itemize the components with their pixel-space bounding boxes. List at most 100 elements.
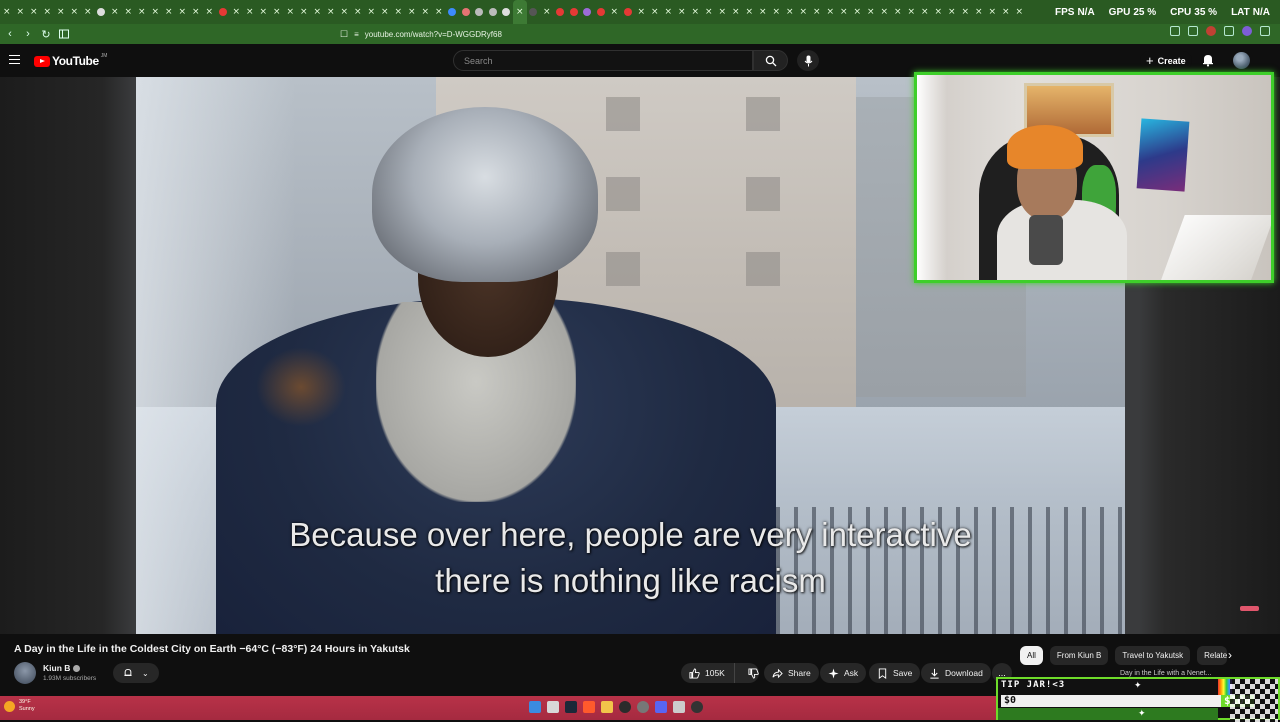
browser-tab-close-icon[interactable]: × <box>932 0 946 24</box>
browser-tab-close-icon[interactable]: × <box>324 0 338 24</box>
browser-tab-close-icon[interactable]: × <box>1013 0 1027 24</box>
download-button[interactable]: Download <box>921 663 991 683</box>
chip-related[interactable]: Relate <box>1197 646 1228 665</box>
browser-tab-close-icon[interactable]: × <box>203 0 217 24</box>
browser-tab-close-icon[interactable]: × <box>419 0 433 24</box>
browser-tab-close-icon[interactable]: × <box>122 0 136 24</box>
browser-tab-close-icon[interactable]: × <box>351 0 365 24</box>
browser-tab-close-icon[interactable]: × <box>743 0 757 24</box>
youtube-logo[interactable]: YouTube JM <box>34 53 107 68</box>
browser-tab[interactable] <box>527 0 541 24</box>
menu-hamburger-icon[interactable] <box>9 55 20 64</box>
browser-tab-close-icon[interactable]: × <box>189 0 203 24</box>
weather-widget[interactable]: 39°F Sunny <box>4 699 35 713</box>
browser-tab-active[interactable]: × <box>513 0 527 24</box>
app-icon[interactable] <box>691 701 703 713</box>
chips-next-icon[interactable]: › <box>1228 648 1232 662</box>
browser-tab-close-icon[interactable]: × <box>230 0 244 24</box>
browser-tab[interactable] <box>486 0 500 24</box>
chip-from-channel[interactable]: From Kiun B <box>1049 646 1109 665</box>
browser-tab-close-icon[interactable]: × <box>716 0 730 24</box>
browser-tab-close-icon[interactable]: × <box>824 0 838 24</box>
save-button[interactable]: Save <box>869 663 921 683</box>
browser-tab-close-icon[interactable]: × <box>891 0 905 24</box>
browser-tab-close-icon[interactable]: × <box>702 0 716 24</box>
browser-tab-close-icon[interactable]: × <box>918 0 932 24</box>
chip-all[interactable]: All <box>1020 646 1043 665</box>
browser-tab-close-icon[interactable]: × <box>878 0 892 24</box>
search-input[interactable] <box>454 51 752 71</box>
ask-button[interactable]: Ask <box>820 663 867 683</box>
browser-tab-close-icon[interactable]: × <box>905 0 919 24</box>
browser-tab-close-icon[interactable]: × <box>27 0 41 24</box>
browser-tab[interactable] <box>459 0 473 24</box>
browser-tab-close-icon[interactable]: × <box>608 0 622 24</box>
browser-tab-close-icon[interactable]: × <box>405 0 419 24</box>
browser-tab-close-icon[interactable]: × <box>0 0 14 24</box>
voice-search-button[interactable] <box>797 50 819 71</box>
browser-tab[interactable] <box>594 0 608 24</box>
browser-tab-close-icon[interactable]: × <box>959 0 973 24</box>
channel-name[interactable]: Kiun B <box>43 663 81 673</box>
extension-icon[interactable] <box>1170 26 1180 36</box>
browser-tab-close-icon[interactable]: × <box>41 0 55 24</box>
browser-tab-close-icon[interactable]: × <box>162 0 176 24</box>
browser-tab-close-icon[interactable]: × <box>54 0 68 24</box>
browser-tab-close-icon[interactable]: × <box>945 0 959 24</box>
browser-tab-close-icon[interactable]: × <box>81 0 95 24</box>
browser-tab-close-icon[interactable]: × <box>149 0 163 24</box>
settings-icon[interactable] <box>637 701 649 713</box>
browser-tab[interactable] <box>473 0 487 24</box>
start-icon[interactable] <box>529 701 541 713</box>
search-button[interactable] <box>753 50 788 71</box>
steam-icon[interactable] <box>565 701 577 713</box>
browser-tab-close-icon[interactable]: × <box>635 0 649 24</box>
browser-tab-close-icon[interactable]: × <box>999 0 1013 24</box>
browser-tab-close-icon[interactable]: × <box>284 0 298 24</box>
channel-avatar[interactable] <box>14 662 36 684</box>
browser-tab-close-icon[interactable]: × <box>648 0 662 24</box>
browser-tab-close-icon[interactable]: × <box>311 0 325 24</box>
notepad-icon[interactable] <box>673 701 685 713</box>
browser-tab-close-icon[interactable]: × <box>176 0 190 24</box>
browser-tab-close-icon[interactable]: × <box>662 0 676 24</box>
browser-tab[interactable] <box>581 0 595 24</box>
browser-tab-close-icon[interactable]: × <box>270 0 284 24</box>
browser-tab-close-icon[interactable]: × <box>135 0 149 24</box>
browser-tab[interactable] <box>621 0 635 24</box>
notifications-bell-icon[interactable] <box>1201 53 1215 67</box>
browser-tab-close-icon[interactable]: × <box>14 0 28 24</box>
browser-tab-close-icon[interactable]: × <box>392 0 406 24</box>
brave-icon[interactable] <box>583 701 595 713</box>
like-button[interactable]: 105K <box>681 663 735 683</box>
browser-tab-close-icon[interactable]: × <box>810 0 824 24</box>
browser-tab-close-icon[interactable]: × <box>770 0 784 24</box>
url-field[interactable]: ☐ ≡ youtube.com/watch?v=D-WGGDRyf68 <box>340 27 502 41</box>
share-button[interactable]: Share <box>764 663 819 683</box>
create-button[interactable]: + Create <box>1140 51 1192 70</box>
browser-tab-close-icon[interactable]: × <box>378 0 392 24</box>
adblock-icon[interactable] <box>1206 26 1216 36</box>
screenshot-icon[interactable] <box>1188 26 1198 36</box>
browser-tab-close-icon[interactable]: × <box>837 0 851 24</box>
browser-tab-close-icon[interactable]: × <box>338 0 352 24</box>
discord-icon[interactable] <box>655 701 667 713</box>
next-video-preview[interactable]: Day in the Life with a Nenet... <box>1120 670 1211 677</box>
file-explorer-icon[interactable] <box>601 701 613 713</box>
browser-tab-close-icon[interactable]: × <box>243 0 257 24</box>
browser-tab-close-icon[interactable]: × <box>797 0 811 24</box>
browser-tab[interactable] <box>95 0 109 24</box>
back-icon[interactable]: ‹ <box>2 24 18 44</box>
browser-tab-close-icon[interactable]: × <box>297 0 311 24</box>
chip-travel[interactable]: Travel to Yakutsk <box>1115 646 1191 665</box>
browser-tab[interactable] <box>216 0 230 24</box>
menu-icon[interactable] <box>1260 26 1270 36</box>
bookmark-icon[interactable]: ☐ <box>340 29 348 40</box>
browser-tab-close-icon[interactable]: × <box>986 0 1000 24</box>
reload-icon[interactable]: ↻ <box>38 24 54 44</box>
browser-tab-close-icon[interactable]: × <box>675 0 689 24</box>
browser-tab-close-icon[interactable]: × <box>257 0 271 24</box>
browser-tab-close-icon[interactable]: × <box>851 0 865 24</box>
browser-tab-close-icon[interactable]: × <box>365 0 379 24</box>
browser-tab-close-icon[interactable]: × <box>540 0 554 24</box>
